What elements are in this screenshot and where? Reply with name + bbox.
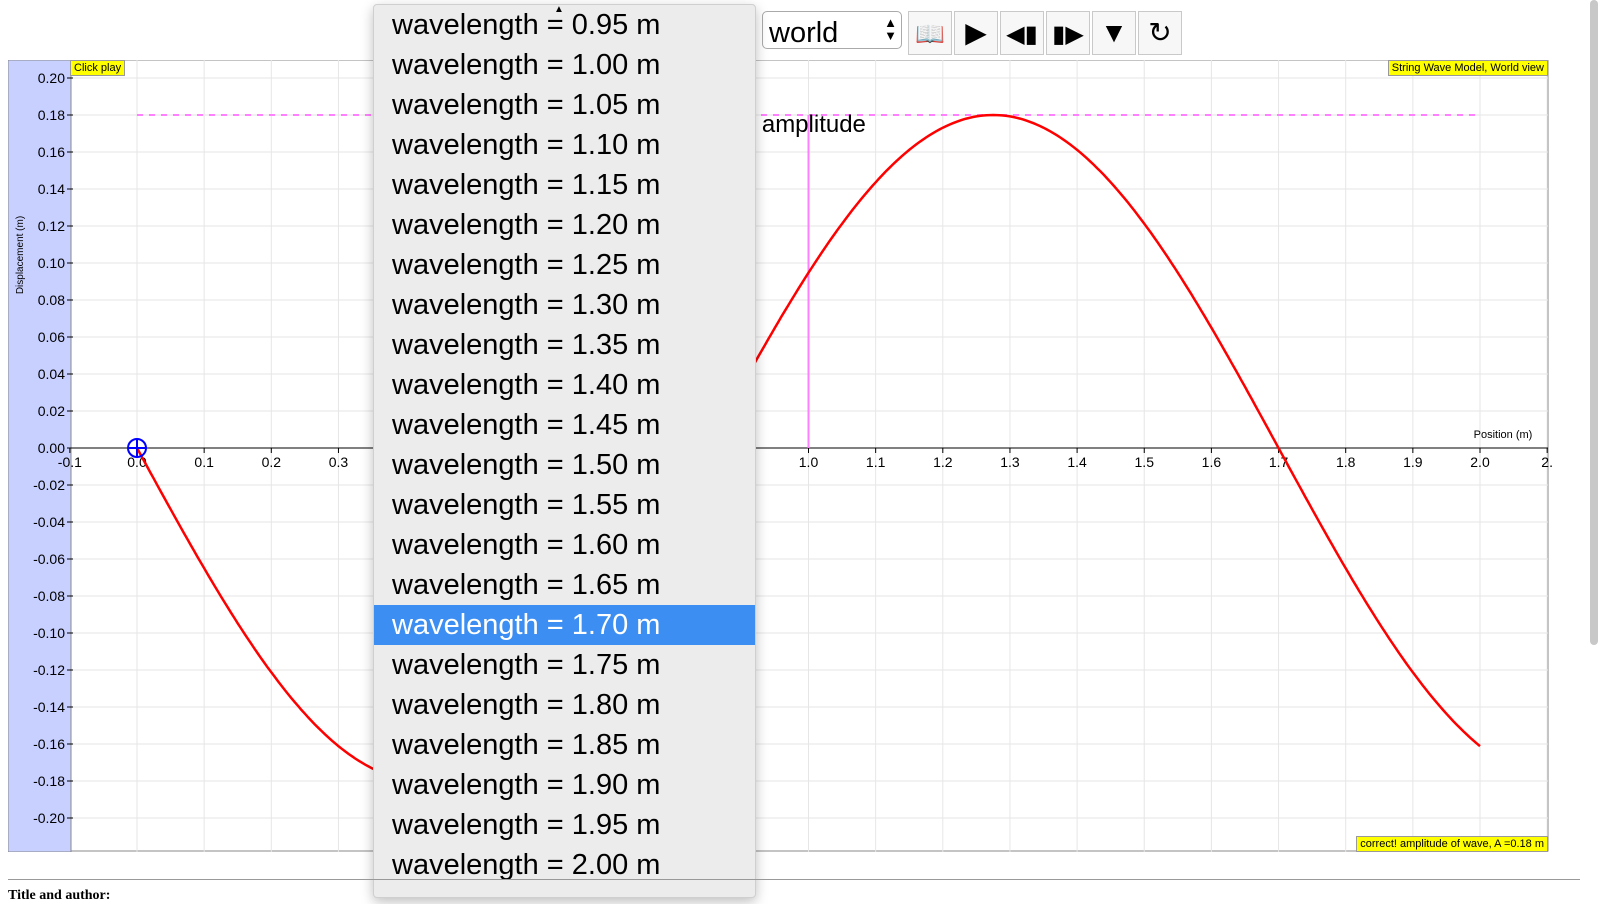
y-tick-label: -0.04 xyxy=(33,514,65,530)
play-button[interactable]: ▶ xyxy=(954,11,998,55)
scroll-up-icon[interactable]: ▲ xyxy=(554,5,564,15)
reset-button[interactable]: ↻ xyxy=(1138,11,1182,55)
wavelength-option[interactable]: wavelength = 1.75 m xyxy=(374,645,755,685)
wavelength-option[interactable]: wavelength = 1.00 m xyxy=(374,45,755,85)
y-tick-label: -0.20 xyxy=(33,810,65,826)
wavelength-option[interactable]: wavelength = 1.65 m xyxy=(374,565,755,605)
y-tick-label: 0.14 xyxy=(38,181,65,197)
view-select-value: world xyxy=(769,17,839,49)
y-tick-label: 0.06 xyxy=(38,329,65,345)
wavelength-option[interactable]: wavelength = 1.70 m xyxy=(374,605,755,645)
x-tick-label: 1.4 xyxy=(1067,454,1087,470)
wavelength-option[interactable]: wavelength = 1.60 m xyxy=(374,525,755,565)
book-icon: 📖 xyxy=(915,21,945,48)
step-forward-icon: ▮▶ xyxy=(1052,21,1084,48)
collapse-icon: ▼ xyxy=(1100,17,1128,48)
wavelength-option[interactable]: wavelength = 1.30 m xyxy=(374,285,755,325)
y-tick-label: -0.12 xyxy=(33,662,65,678)
wavelength-option[interactable]: wavelength = 1.40 m xyxy=(374,365,755,405)
view-select[interactable]: world ▲ ▼ xyxy=(762,11,902,49)
collapse-button[interactable]: ▼ xyxy=(1092,11,1136,55)
x-tick-label: 1.9 xyxy=(1403,454,1423,470)
x-tick-label: 1.2 xyxy=(933,454,953,470)
y-tick-label: -0.14 xyxy=(33,699,65,715)
y-tick-label: -0.10 xyxy=(33,625,65,641)
x-tick-label: 1.8 xyxy=(1336,454,1356,470)
reset-icon: ↻ xyxy=(1148,17,1172,48)
x-axis-label: Position (m) xyxy=(1474,429,1533,441)
x-tick-label: 1.6 xyxy=(1202,454,1222,470)
x-tick-label: 1.0 xyxy=(799,454,819,470)
step-back-button[interactable]: ◀▮ xyxy=(1000,11,1044,55)
wavelength-option[interactable]: wavelength = 1.95 m xyxy=(374,805,755,845)
y-tick-label: 0.20 xyxy=(38,70,65,86)
graph-panel: -0.10.00.10.20.30.40.50.60.70.80.91.01.1… xyxy=(8,60,1580,852)
wavelength-option[interactable]: wavelength = 1.35 m xyxy=(374,325,755,365)
wavelength-option[interactable]: wavelength = 1.90 m xyxy=(374,765,755,805)
feedback-badge: correct! amplitude of wave, A =0.18 m xyxy=(1356,836,1548,852)
y-tick-label: 0.10 xyxy=(38,255,65,271)
x-tick-label: 1.1 xyxy=(866,454,886,470)
wavelength-dropdown-list[interactable]: ▲ wavelength = 0.95 m wavelength = 1.00 m… xyxy=(373,4,756,898)
select-arrows-icon: ▲ ▼ xyxy=(884,15,897,43)
wavelength-option[interactable]: wavelength = 0.95 m xyxy=(374,5,755,45)
x-tick-label: 1.5 xyxy=(1135,454,1155,470)
wavelength-option[interactable]: wavelength = 1.25 m xyxy=(374,245,755,285)
wavelength-option[interactable]: wavelength = 1.45 m xyxy=(374,405,755,445)
x-tick-label: 0.2 xyxy=(262,454,282,470)
y-tick-label: 0.02 xyxy=(38,403,65,419)
play-icon: ▶ xyxy=(965,17,987,48)
y-tick-label: 0.00 xyxy=(38,440,65,456)
page-scrollbar[interactable] xyxy=(1590,0,1598,645)
x-tick-label: 2.0 xyxy=(1470,454,1490,470)
divider xyxy=(8,879,1580,880)
step-forward-button[interactable]: ▮▶ xyxy=(1046,11,1090,55)
drag-handle-icon[interactable] xyxy=(127,438,147,458)
view-badge: String Wave Model, World view xyxy=(1387,60,1548,76)
wavelength-option[interactable]: wavelength = 1.85 m xyxy=(374,725,755,765)
step-back-icon: ◀▮ xyxy=(1006,21,1038,48)
wavelength-option[interactable]: wavelength = 1.55 m xyxy=(374,485,755,525)
wavelength-option[interactable]: wavelength = 1.20 m xyxy=(374,205,755,245)
y-tick-label: 0.04 xyxy=(38,366,65,382)
y-tick-label: 0.08 xyxy=(38,292,65,308)
x-tick-label: 0.3 xyxy=(329,454,349,470)
wavelength-option[interactable]: wavelength = 1.50 m xyxy=(374,445,755,485)
wave-chart[interactable]: -0.10.00.10.20.30.40.50.60.70.80.91.01.1… xyxy=(8,60,1580,852)
x-tick-label: 0.1 xyxy=(194,454,214,470)
wavelength-option[interactable]: wavelength = 1.05 m xyxy=(374,85,755,125)
x-tick-label: 1.3 xyxy=(1000,454,1020,470)
y-tick-label: 0.12 xyxy=(38,218,65,234)
y-tick-label: -0.18 xyxy=(33,773,65,789)
status-badge-top-left: Click play xyxy=(70,60,126,76)
wavelength-option[interactable]: wavelength = 1.10 m xyxy=(374,125,755,165)
x-tick-label: 2. xyxy=(1541,454,1553,470)
y-tick-label: 0.18 xyxy=(38,107,65,123)
y-axis-label: Displacement (m) xyxy=(15,216,26,294)
y-tick-label: -0.08 xyxy=(33,588,65,604)
book-button[interactable]: 📖 xyxy=(908,11,952,55)
y-tick-label: -0.02 xyxy=(33,477,65,493)
wavelength-option[interactable]: wavelength = 1.15 m xyxy=(374,165,755,205)
x-tick-label: -0.1 xyxy=(58,454,82,470)
title-author-label: Title and author: xyxy=(8,888,111,903)
y-tick-label: 0.16 xyxy=(38,144,65,160)
y-tick-label: -0.06 xyxy=(33,551,65,567)
y-tick-label: -0.16 xyxy=(33,736,65,752)
wavelength-option[interactable]: wavelength = 1.80 m xyxy=(374,685,755,725)
